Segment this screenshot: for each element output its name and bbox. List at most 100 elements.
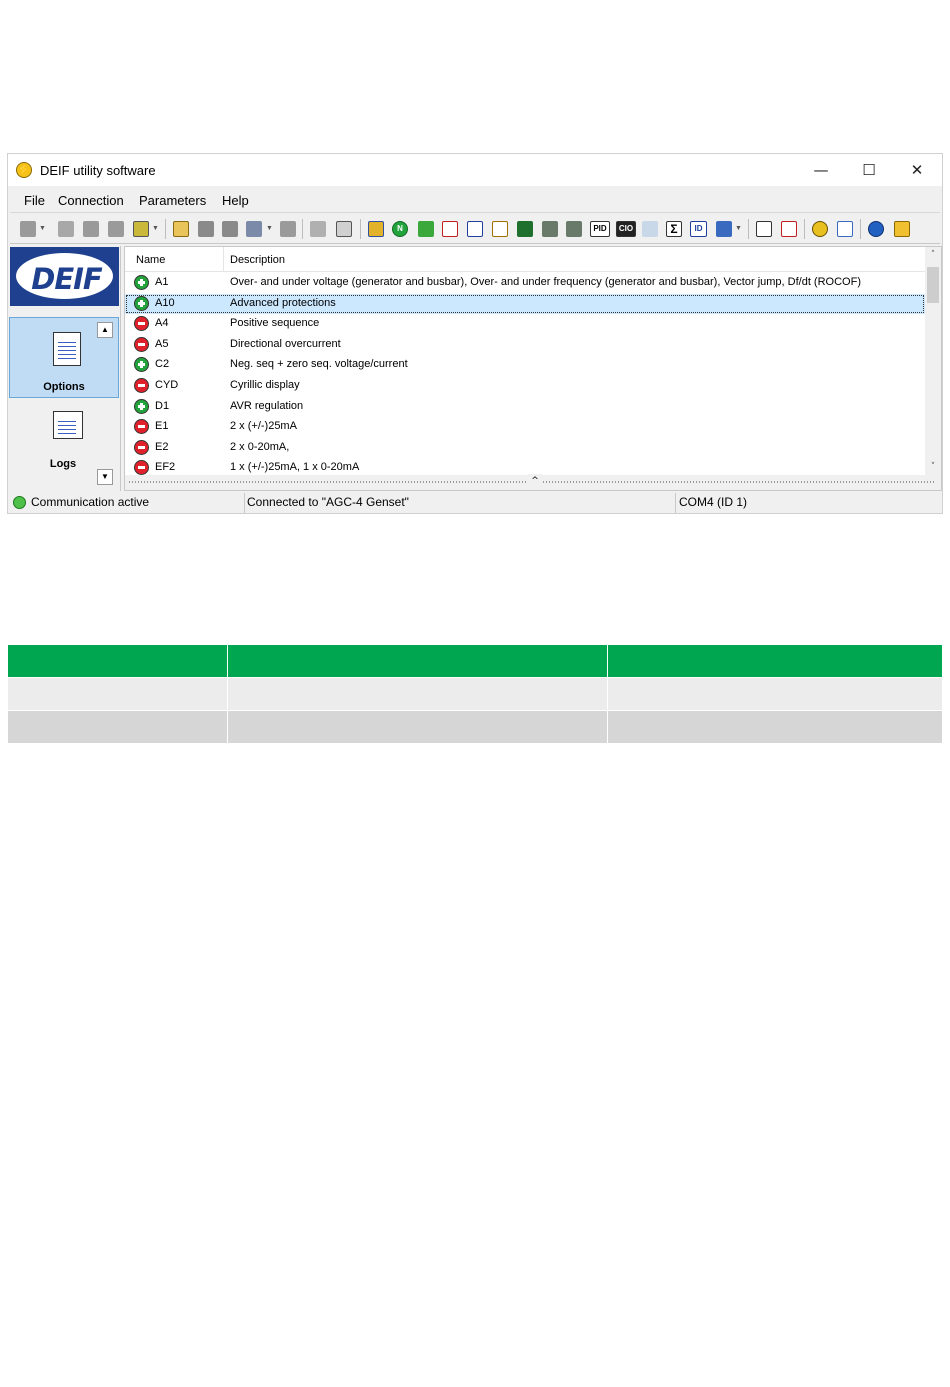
splitter-expand-icon[interactable]: ^ — [528, 474, 542, 488]
title-bar: ⚡ DEIF utility software — ☐ ✕ — [8, 154, 942, 186]
save-as-icon[interactable] — [222, 221, 238, 237]
option-name: D1 — [155, 399, 170, 412]
option-disabled-icon — [134, 378, 149, 393]
table-cell — [608, 678, 942, 710]
sort-icon[interactable] — [781, 221, 797, 237]
status-separator — [244, 493, 245, 513]
refresh-icon[interactable] — [418, 221, 434, 237]
table-cell — [608, 711, 942, 743]
table-row — [8, 710, 942, 743]
id-icon[interactable]: ID — [690, 221, 707, 237]
setpoint-icon[interactable] — [442, 221, 458, 237]
option-enabled-icon — [134, 295, 149, 311]
pane-splitter[interactable]: ^ — [125, 474, 941, 490]
option-name: A5 — [155, 337, 169, 350]
parameter-icon[interactable] — [467, 221, 483, 237]
save-icon[interactable] — [198, 221, 214, 237]
nav-scroll-down-button[interactable]: ▼ — [97, 469, 113, 485]
menu-parameters[interactable]: Parameters — [139, 193, 206, 208]
list-item[interactable]: C2 Neg. seq + zero seq. voltage/current — [125, 355, 925, 375]
option-description: Advanced protections — [230, 296, 336, 309]
info-icon[interactable] — [868, 221, 884, 237]
option-disabled-icon — [134, 460, 149, 476]
save-dropdown-icon[interactable]: ▼ — [266, 225, 273, 232]
write-device-icon[interactable] — [108, 221, 124, 237]
toolbar-separator — [165, 219, 166, 239]
window-title: DEIF utility software — [40, 163, 156, 178]
transfer-dropdown-icon[interactable]: ▼ — [735, 225, 742, 232]
print-icon[interactable] — [310, 221, 326, 237]
list-item[interactable]: CYD Cyrillic display — [125, 376, 925, 396]
pid-icon[interactable]: PID — [590, 221, 610, 237]
nav-scroll-up-button[interactable]: ▲ — [97, 322, 113, 338]
doc-lines — [58, 418, 76, 434]
save-all-icon[interactable] — [246, 221, 262, 237]
transfer-icon[interactable] — [716, 221, 732, 237]
doc-lines — [58, 339, 76, 361]
sync-icon[interactable] — [492, 221, 508, 237]
open-folder-icon[interactable] — [173, 221, 189, 237]
vertical-scrollbar[interactable]: ˄ ˅ — [925, 247, 941, 475]
disconnect-icon[interactable] — [58, 221, 74, 237]
display-icon[interactable] — [517, 221, 533, 237]
sigma-icon[interactable]: Σ — [666, 221, 682, 237]
cio-icon[interactable]: CIO — [616, 221, 636, 237]
options-list-icon — [53, 332, 81, 366]
list-item[interactable]: E2 2 x 0-20mA, — [125, 438, 925, 458]
list-item[interactable]: A4 Positive sequence — [125, 314, 925, 334]
print-preview-icon[interactable] — [336, 221, 352, 237]
export-icon[interactable] — [280, 221, 296, 237]
option-description: 2 x (+/-)25mA — [230, 420, 297, 433]
table-row — [8, 677, 942, 710]
status-led-icon — [13, 496, 26, 509]
scroll-thumb[interactable] — [927, 267, 939, 303]
table-cell — [228, 678, 608, 710]
nav-item-options-label: Options — [43, 381, 85, 393]
shield-icon[interactable] — [894, 221, 910, 237]
option-description: AVR regulation — [230, 399, 304, 412]
read-device-icon[interactable] — [83, 221, 99, 237]
scroll-up-button[interactable]: ˄ — [925, 247, 941, 263]
key-dropdown-icon[interactable]: ▼ — [152, 225, 159, 232]
tools-icon[interactable] — [837, 221, 853, 237]
list-item[interactable]: A1 Over- and under voltage (generator and… — [125, 273, 925, 293]
lightning-icon: ⚡ — [16, 162, 32, 178]
navigation-pane: DEIF Options ▲ Logs ▼ — [8, 246, 121, 491]
logo-oval: DEIF — [16, 253, 113, 299]
list-item[interactable]: D1 AVR regulation — [125, 397, 925, 417]
connect-dropdown-icon[interactable]: ▼ — [39, 225, 46, 232]
column-header-description[interactable]: Description — [230, 254, 285, 266]
column-header-name[interactable]: Name — [136, 254, 165, 266]
toolbar-separator — [748, 219, 749, 239]
table-header-cell — [608, 645, 942, 677]
line-icon[interactable] — [642, 221, 658, 237]
column-divider[interactable] — [223, 247, 224, 271]
menu-file[interactable]: File — [24, 193, 45, 208]
menu-help[interactable]: Help — [222, 193, 249, 208]
option-name: E2 — [155, 440, 169, 453]
list-view-icon[interactable] — [756, 221, 772, 237]
key-icon[interactable] — [133, 221, 149, 237]
option-disabled-icon — [134, 439, 149, 455]
maximize-button[interactable]: ☐ — [846, 154, 892, 186]
menu-connection[interactable]: Connection — [58, 193, 124, 208]
minimize-button[interactable]: — — [798, 154, 844, 186]
close-button[interactable]: ✕ — [894, 154, 940, 186]
input-2-icon[interactable] — [566, 221, 582, 237]
list-item[interactable]: E1 2 x (+/-)25mA — [125, 417, 925, 437]
input-1-icon[interactable] — [542, 221, 558, 237]
logs-list-icon — [53, 411, 83, 439]
option-description: Positive sequence — [230, 317, 320, 330]
settings-gear-icon[interactable] — [812, 221, 828, 237]
list-item[interactable]: A10 Advanced protections — [125, 293, 925, 314]
list-item[interactable]: A5 Directional overcurrent — [125, 335, 925, 355]
toolbar-separator — [302, 219, 303, 239]
connect-icon[interactable] — [20, 221, 36, 237]
option-enabled-icon — [134, 398, 149, 414]
options-list: Name Description A1 Over- and under volta… — [124, 246, 942, 491]
scroll-down-button[interactable]: ˅ — [925, 459, 941, 475]
trend-icon[interactable] — [368, 221, 384, 237]
nav-item-logs[interactable]: Logs — [9, 401, 119, 477]
table-header-row — [8, 645, 942, 677]
n-icon[interactable]: N — [392, 221, 408, 237]
